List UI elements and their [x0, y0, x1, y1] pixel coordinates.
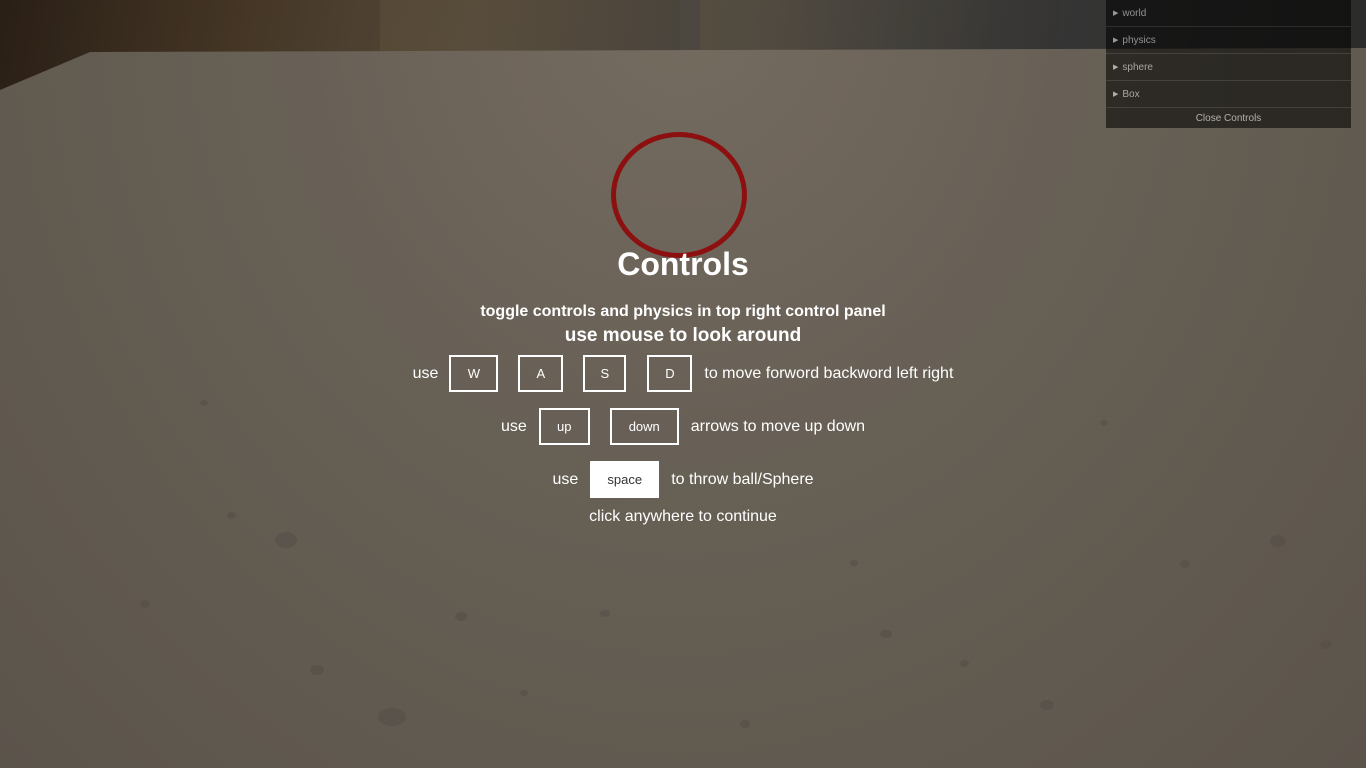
folder-world[interactable]: ▶ world — [1106, 0, 1351, 27]
key-down: down — [609, 408, 679, 445]
triangle-right-icon: ▶ — [1113, 10, 1119, 17]
triangle-right-icon: ▶ — [1113, 37, 1119, 44]
panel-hint-text: toggle controls and physics in top right… — [480, 303, 886, 320]
move-suffix: to move forword backword left right — [704, 364, 954, 382]
arrow-keys-row: use up down arrows to move up down — [0, 408, 1366, 445]
folder-label: world — [1122, 7, 1147, 19]
folder-box[interactable]: ▶ Box — [1106, 81, 1351, 108]
throw-suffix: to throw ball/Sphere — [671, 470, 814, 488]
key-space: space — [590, 461, 660, 498]
folder-label: physics — [1122, 34, 1156, 46]
throw-key-row: use space to throw ball/Sphere — [0, 461, 1366, 498]
continue-prompt[interactable]: click anywhere to continue — [0, 508, 1366, 526]
game-scene[interactable]: Controls toggle controls and physics in … — [0, 0, 1366, 768]
move-prefix: use — [412, 364, 439, 382]
triangle-right-icon: ▶ — [1113, 64, 1119, 71]
key-a: A — [518, 355, 564, 392]
arrow-suffix: arrows to move up down — [690, 417, 866, 435]
arrow-prefix: use — [500, 417, 527, 435]
triangle-right-icon: ▶ — [1113, 91, 1119, 98]
move-keys-row: use W A S D to move forword backword lef… — [0, 355, 1366, 392]
folder-label: Box — [1122, 88, 1140, 100]
key-w: W — [449, 355, 499, 392]
controls-title: Controls — [617, 246, 749, 282]
key-d: D — [647, 355, 693, 392]
key-s: S — [583, 355, 627, 392]
key-up: up — [538, 408, 590, 445]
mouse-hint-text: use mouse to look around — [564, 325, 802, 346]
folder-sphere[interactable]: ▶ sphere — [1106, 54, 1351, 81]
folder-physics[interactable]: ▶ physics — [1106, 27, 1351, 54]
folder-label: sphere — [1122, 61, 1153, 73]
control-panel[interactable]: ▶ world ▶ physics ▶ sphere ▶ Box Close C… — [1106, 0, 1351, 128]
throw-prefix: use — [552, 470, 579, 488]
close-controls-button[interactable]: Close Controls — [1106, 108, 1351, 128]
